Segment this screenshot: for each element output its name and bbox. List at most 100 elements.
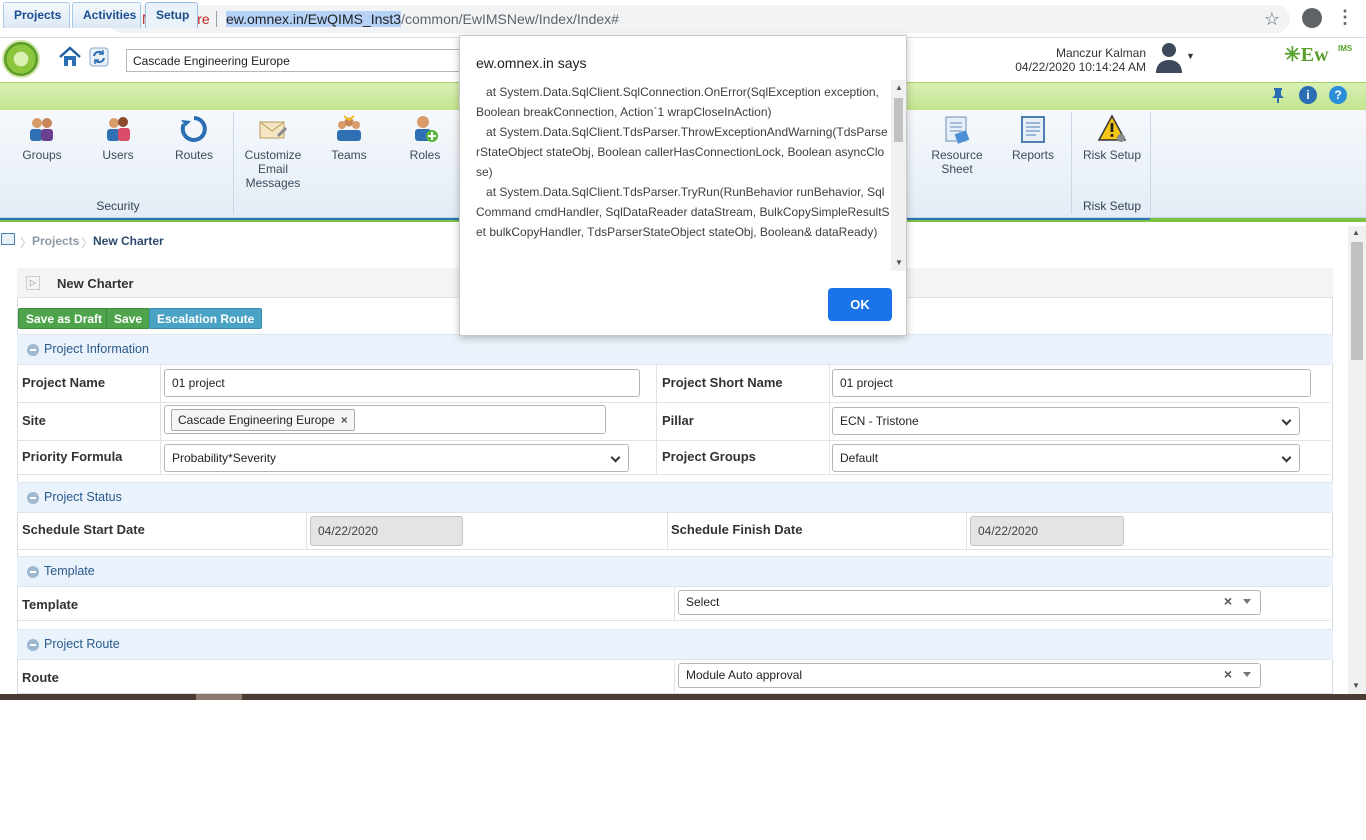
chevron-down-icon xyxy=(610,452,621,463)
ribbon-label: Resource Sheet xyxy=(931,148,983,176)
schedule-finish-field[interactable]: 04/22/2020 xyxy=(970,516,1124,546)
header-divider-accent xyxy=(1150,218,1366,222)
tab-activities[interactable]: Activities xyxy=(72,2,141,28)
project-name-field[interactable]: 01 project xyxy=(164,369,640,397)
ribbon-label: Roles xyxy=(409,148,441,162)
scroll-up-icon[interactable]: ▲ xyxy=(1352,228,1360,237)
breadcrumb-current: New Charter xyxy=(93,234,164,248)
site-chip: Cascade Engineering Europe × xyxy=(171,409,355,431)
user-avatar-icon[interactable] xyxy=(1154,41,1184,73)
scroll-up-icon[interactable]: ▲ xyxy=(895,83,903,92)
site-selector[interactable]: Cascade Engineering Europe xyxy=(126,49,466,72)
column-divider xyxy=(674,586,675,621)
ribbon-routes-button[interactable]: Routes xyxy=(158,114,230,162)
schedule-start-field[interactable]: 04/22/2020 xyxy=(310,516,463,546)
save-button[interactable]: Save xyxy=(106,308,151,329)
row-divider xyxy=(18,402,1330,403)
collapse-icon[interactable] xyxy=(27,639,39,651)
dialog-scrollbar-thumb[interactable] xyxy=(894,98,903,142)
star-icon[interactable]: ☆ xyxy=(1264,9,1280,30)
collapse-icon[interactable] xyxy=(27,566,39,578)
users-icon xyxy=(107,117,130,141)
pillar-select[interactable]: ECN - Tristone xyxy=(832,407,1300,435)
remove-chip-icon[interactable]: × xyxy=(341,413,348,427)
section-project-route[interactable]: Project Route xyxy=(17,629,1333,659)
info-icon[interactable]: i xyxy=(1299,86,1317,104)
ribbon-reports-button[interactable]: Reports xyxy=(997,114,1069,162)
column-divider xyxy=(674,659,675,694)
url-text[interactable]: ew.omnex.in/EwQIMS_Inst3/common/EwIMSNew… xyxy=(226,11,619,27)
current-datetime: 04/22/2020 10:14:24 AM xyxy=(1015,60,1146,74)
tab-projects[interactable]: Projects xyxy=(3,2,70,28)
pin-icon[interactable] xyxy=(1269,86,1287,104)
ribbon-label: Teams xyxy=(331,148,367,162)
ribbon-users-button[interactable]: Users xyxy=(82,114,154,162)
section-title: Project Route xyxy=(44,637,120,651)
breadcrumb-toggle-icon[interactable] xyxy=(1,233,15,245)
template-select[interactable]: Select × xyxy=(678,590,1261,615)
breadcrumb-separator: 〉 xyxy=(81,236,94,250)
column-divider xyxy=(160,364,161,474)
tab-setup[interactable]: Setup xyxy=(145,2,198,28)
clear-icon[interactable]: × xyxy=(1224,666,1232,682)
dialog-line: at System.Data.SqlClient.TdsParser.Throw… xyxy=(476,125,888,179)
menu-icon[interactable]: ⋮ xyxy=(1336,7,1354,28)
reports-icon xyxy=(1021,116,1045,143)
panel-collapse-icon[interactable]: ▷ xyxy=(26,276,40,290)
collapse-icon[interactable] xyxy=(27,344,39,356)
ribbon-customize-email-button[interactable]: Customize Email Messages xyxy=(237,114,309,190)
save-as-draft-button[interactable]: Save as Draft xyxy=(18,308,111,329)
column-divider xyxy=(829,364,830,474)
vertical-scrollbar-thumb[interactable] xyxy=(1351,242,1363,360)
chevron-down-icon xyxy=(1243,672,1251,677)
ribbon-label: Risk Setup xyxy=(1082,148,1142,162)
help-icon[interactable]: ? xyxy=(1329,86,1347,104)
email-icon xyxy=(259,121,288,139)
column-divider xyxy=(306,512,307,549)
dialog-line: at System.Data.SqlClient.TdsParser.TryRu… xyxy=(476,185,890,239)
ribbon-roles-button[interactable]: Roles xyxy=(389,114,461,162)
project-name-label: Project Name xyxy=(22,375,106,390)
url-host: ew.omnex.in/EwQIMS_Inst3 xyxy=(226,11,402,27)
home-icon[interactable] xyxy=(57,44,83,70)
project-groups-value: Default xyxy=(840,451,879,465)
ribbon-teams-button[interactable]: Teams xyxy=(313,114,385,162)
ribbon-label: Reports xyxy=(1011,148,1055,162)
refresh-icon[interactable] xyxy=(86,44,112,70)
route-select[interactable]: Module Auto approval × xyxy=(678,663,1261,688)
clear-icon[interactable]: × xyxy=(1224,593,1232,609)
priority-formula-select[interactable]: Probability*Severity xyxy=(164,444,629,472)
scroll-down-icon[interactable]: ▼ xyxy=(1352,681,1360,690)
chevron-down-icon[interactable]: ▼ xyxy=(1186,51,1195,61)
project-groups-label: Project Groups xyxy=(662,449,756,464)
pillar-label: Pillar xyxy=(662,413,694,428)
escalation-route-button[interactable]: Escalation Route xyxy=(149,308,263,329)
ok-button[interactable]: OK xyxy=(828,288,892,321)
collapse-icon[interactable] xyxy=(27,492,39,504)
ribbon-group-risk-setup: Risk Setup xyxy=(1082,199,1142,213)
breadcrumb-projects[interactable]: Projects xyxy=(32,234,79,248)
ribbon-group-security: Security xyxy=(96,199,140,213)
site-multiselect[interactable]: Cascade Engineering Europe × xyxy=(164,405,606,434)
screen: Not secure ew.omnex.in/EwQIMS_Inst3/comm… xyxy=(0,0,1366,840)
scroll-down-icon[interactable]: ▼ xyxy=(895,258,903,267)
section-project-information[interactable]: Project Information xyxy=(17,334,1333,364)
ribbon-groups-button[interactable]: Groups xyxy=(6,114,78,162)
schedule-start-label: Schedule Start Date xyxy=(22,522,145,537)
row-divider xyxy=(18,549,1330,550)
project-short-name-field[interactable]: 01 project xyxy=(832,369,1311,397)
project-groups-select[interactable]: Default xyxy=(832,444,1300,472)
section-project-status[interactable]: Project Status xyxy=(17,482,1333,512)
route-label: Route xyxy=(22,670,59,685)
profile-icon[interactable] xyxy=(1302,8,1322,28)
ribbon-risk-setup-button[interactable]: Risk Setup xyxy=(1076,114,1148,162)
horizontal-scrollbar-thumb[interactable] xyxy=(196,694,242,700)
ribbon-separator xyxy=(1071,112,1072,214)
brand-sup: IMS xyxy=(1338,44,1353,53)
section-template[interactable]: Template xyxy=(17,556,1333,586)
priority-formula-label: Priority Formula xyxy=(22,449,123,464)
ribbon-separator xyxy=(1150,112,1151,214)
address-bar[interactable]: Not secure ew.omnex.in/EwQIMS_Inst3/comm… xyxy=(108,5,1290,33)
route-value: Module Auto approval xyxy=(686,668,803,682)
ribbon-resource-sheet-button[interactable]: Resource Sheet xyxy=(921,114,993,176)
